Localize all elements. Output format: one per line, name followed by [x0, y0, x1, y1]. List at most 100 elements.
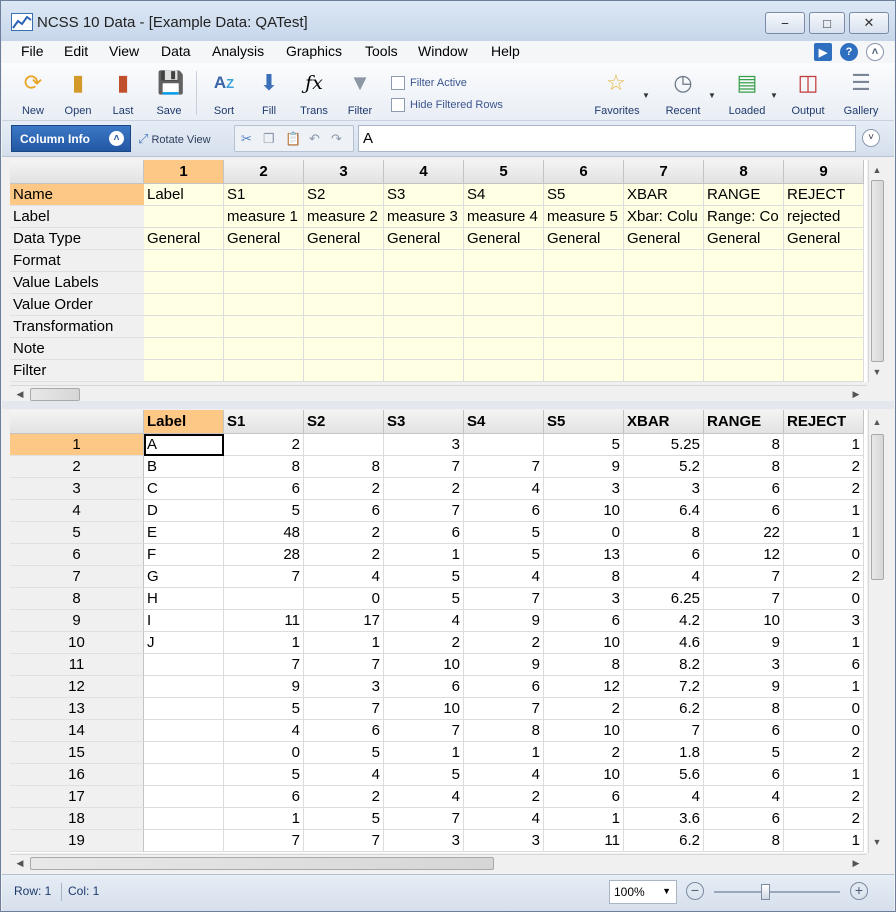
- table-cell[interactable]: 1: [784, 764, 864, 786]
- zoom-slider-track[interactable]: [714, 891, 840, 893]
- table-cell[interactable]: 5: [384, 764, 464, 786]
- column-info-cell[interactable]: General: [704, 228, 784, 250]
- column-info-cell[interactable]: [304, 360, 384, 382]
- column-info-cell[interactable]: measure 5: [544, 206, 624, 228]
- table-cell[interactable]: 7: [224, 830, 304, 852]
- menu-help[interactable]: Help: [491, 43, 520, 59]
- table-cell[interactable]: 4: [464, 478, 544, 500]
- table-cell[interactable]: H: [144, 588, 224, 610]
- column-info-cell[interactable]: [464, 272, 544, 294]
- row-number[interactable]: 9: [10, 610, 144, 632]
- table-cell[interactable]: 0: [304, 588, 384, 610]
- table-cell[interactable]: 0: [784, 720, 864, 742]
- table-cell[interactable]: 7: [304, 830, 384, 852]
- column-info-cell[interactable]: [704, 272, 784, 294]
- column-number-header[interactable]: 6: [544, 160, 624, 184]
- column-info-cell[interactable]: General: [544, 228, 624, 250]
- table-cell[interactable]: 8: [304, 456, 384, 478]
- scroll-thumb[interactable]: [871, 180, 884, 362]
- table-cell[interactable]: 6: [544, 610, 624, 632]
- table-cell[interactable]: 1: [784, 830, 864, 852]
- table-cell[interactable]: 10: [544, 500, 624, 522]
- column-info-cell[interactable]: [704, 316, 784, 338]
- play-icon[interactable]: ▶: [814, 43, 832, 61]
- scroll-up-icon[interactable]: ▲: [869, 162, 885, 178]
- table-cell[interactable]: 8: [704, 456, 784, 478]
- table-cell[interactable]: 2: [384, 632, 464, 654]
- column-header[interactable]: XBAR: [624, 410, 704, 434]
- column-header[interactable]: S3: [384, 410, 464, 434]
- table-cell[interactable]: 7: [464, 588, 544, 610]
- table-cell[interactable]: 3: [784, 610, 864, 632]
- table-cell[interactable]: 1: [544, 808, 624, 830]
- column-info-cell[interactable]: rejected: [784, 206, 864, 228]
- column-number-header[interactable]: 2: [224, 160, 304, 184]
- row-number[interactable]: 13: [10, 698, 144, 720]
- table-cell[interactable]: 2: [304, 522, 384, 544]
- column-header[interactable]: S5: [544, 410, 624, 434]
- column-info-cell[interactable]: [144, 272, 224, 294]
- menu-analysis[interactable]: Analysis: [212, 43, 264, 59]
- column-info-cell[interactable]: [224, 250, 304, 272]
- column-info-cell[interactable]: [544, 272, 624, 294]
- table-cell[interactable]: 0: [784, 588, 864, 610]
- column-info-cell[interactable]: measure 3: [384, 206, 464, 228]
- column-number-header[interactable]: 1: [144, 160, 224, 184]
- trans-button[interactable]: ƒx Trans: [291, 67, 337, 119]
- column-info-cell[interactable]: [784, 272, 864, 294]
- table-cell[interactable]: 5: [224, 698, 304, 720]
- column-info-cell[interactable]: [384, 316, 464, 338]
- new-button[interactable]: ⟳ New: [10, 67, 56, 119]
- table-cell[interactable]: 4.6: [624, 632, 704, 654]
- table-cell[interactable]: 2: [784, 786, 864, 808]
- table-cell[interactable]: 9: [704, 676, 784, 698]
- table-cell[interactable]: [464, 434, 544, 456]
- column-info-cell[interactable]: measure 1: [224, 206, 304, 228]
- menu-tools[interactable]: Tools: [365, 43, 398, 59]
- fill-button[interactable]: ⬇ Fill: [246, 67, 292, 119]
- table-cell[interactable]: [144, 808, 224, 830]
- column-info-cell[interactable]: [544, 316, 624, 338]
- table-cell[interactable]: 6: [784, 654, 864, 676]
- table-cell[interactable]: 6: [384, 522, 464, 544]
- table-cell[interactable]: 8: [464, 720, 544, 742]
- table-cell[interactable]: 10: [544, 764, 624, 786]
- row-number[interactable]: 4: [10, 500, 144, 522]
- hscroll-thumb[interactable]: [30, 388, 80, 401]
- expand-icon[interactable]: ˅: [862, 129, 880, 147]
- save-button[interactable]: 💾 Save: [146, 67, 192, 119]
- column-info-cell[interactable]: [704, 338, 784, 360]
- table-cell[interactable]: 5.25: [624, 434, 704, 456]
- column-info-cell[interactable]: [544, 250, 624, 272]
- column-info-cell[interactable]: [544, 338, 624, 360]
- last-button[interactable]: ▮ Last: [100, 67, 146, 119]
- table-cell[interactable]: 28: [224, 544, 304, 566]
- column-info-cell[interactable]: [624, 316, 704, 338]
- row-number[interactable]: 15: [10, 742, 144, 764]
- column-info-cell[interactable]: [784, 360, 864, 382]
- row-number[interactable]: 5: [10, 522, 144, 544]
- table-cell[interactable]: 6.2: [624, 698, 704, 720]
- table-cell[interactable]: 5.2: [624, 456, 704, 478]
- table-cell[interactable]: 9: [464, 610, 544, 632]
- table-cell[interactable]: 1: [224, 808, 304, 830]
- table-cell[interactable]: 4: [464, 566, 544, 588]
- table-cell[interactable]: 2: [304, 478, 384, 500]
- column-info-cell[interactable]: General: [144, 228, 224, 250]
- table-cell[interactable]: 2: [304, 544, 384, 566]
- table-cell[interactable]: 6: [304, 720, 384, 742]
- column-info-cell[interactable]: [784, 294, 864, 316]
- output-button[interactable]: ◫ Output: [785, 67, 831, 119]
- table-cell[interactable]: 2: [384, 478, 464, 500]
- table-cell[interactable]: 6.2: [624, 830, 704, 852]
- column-info-cell[interactable]: measure 4: [464, 206, 544, 228]
- table-cell[interactable]: 3: [384, 434, 464, 456]
- column-info-cell[interactable]: [144, 206, 224, 228]
- table-cell[interactable]: 4: [704, 786, 784, 808]
- table-cell[interactable]: 0: [544, 522, 624, 544]
- column-header[interactable]: S1: [224, 410, 304, 434]
- table-cell[interactable]: [224, 588, 304, 610]
- table-cell[interactable]: G: [144, 566, 224, 588]
- table-cell[interactable]: 2: [304, 786, 384, 808]
- table-cell[interactable]: 7: [384, 500, 464, 522]
